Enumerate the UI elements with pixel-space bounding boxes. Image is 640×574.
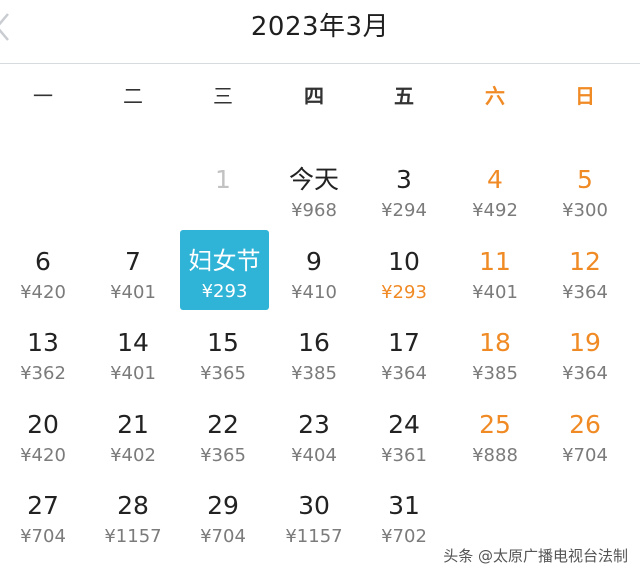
day-number: 30 bbox=[298, 491, 330, 520]
day-number: 27 bbox=[27, 491, 59, 520]
day-number: 1 bbox=[215, 165, 231, 194]
day-number: 31 bbox=[388, 491, 420, 520]
day-number: 7 bbox=[125, 247, 141, 276]
day-cell[interactable]: 9 ¥410 bbox=[269, 245, 359, 319]
day-number: 11 bbox=[479, 247, 511, 276]
day-cell[interactable]: 23 ¥404 bbox=[269, 408, 359, 482]
day-price: ¥888 bbox=[472, 445, 518, 466]
day-cell[interactable]: 24 ¥361 bbox=[359, 408, 449, 482]
day-cell[interactable]: 22 ¥365 bbox=[178, 408, 268, 482]
day-number: 4 bbox=[487, 165, 503, 194]
day-cell[interactable]: 21 ¥402 bbox=[88, 408, 178, 482]
day-number: 25 bbox=[479, 410, 511, 439]
day-cell[interactable]: 16 ¥385 bbox=[269, 326, 359, 400]
day-cell[interactable]: 26 ¥704 bbox=[540, 408, 630, 482]
day-price: ¥294 bbox=[381, 200, 427, 221]
day-cell[interactable]: 4 ¥492 bbox=[450, 163, 540, 237]
day-price: ¥385 bbox=[291, 363, 337, 384]
day-cell[interactable]: 13 ¥362 bbox=[0, 326, 88, 400]
day-price: ¥404 bbox=[291, 445, 337, 466]
day-number: 10 bbox=[388, 247, 420, 276]
day-price: ¥365 bbox=[200, 445, 246, 466]
day-number: 22 bbox=[207, 410, 239, 439]
day-number: 12 bbox=[569, 247, 601, 276]
watermark-text: 头条 @太原广播电视台法制 bbox=[443, 547, 628, 565]
day-number: 14 bbox=[117, 328, 149, 357]
day-number: 13 bbox=[27, 328, 59, 357]
day-cell: 1 bbox=[178, 163, 268, 237]
calendar-grid: 1 今天 ¥968 3 ¥294 4 ¥492 5 ¥300 6 ¥420 7 … bbox=[0, 0, 640, 574]
day-cell[interactable]: 7 ¥401 bbox=[88, 245, 178, 319]
day-number: 20 bbox=[27, 410, 59, 439]
day-price: ¥401 bbox=[110, 282, 156, 303]
day-price: ¥492 bbox=[472, 200, 518, 221]
day-price: ¥361 bbox=[381, 445, 427, 466]
day-number: 28 bbox=[117, 491, 149, 520]
day-cell[interactable]: 28 ¥1157 bbox=[88, 489, 178, 563]
day-price: ¥420 bbox=[20, 445, 66, 466]
day-cell[interactable]: 29 ¥704 bbox=[178, 489, 268, 563]
day-cell-today[interactable]: 今天 ¥968 bbox=[269, 163, 359, 237]
day-number: 5 bbox=[577, 165, 593, 194]
day-cell[interactable]: 19 ¥364 bbox=[540, 326, 630, 400]
day-number: 18 bbox=[479, 328, 511, 357]
day-price: ¥401 bbox=[110, 363, 156, 384]
day-number: 17 bbox=[388, 328, 420, 357]
day-price: ¥293 bbox=[201, 281, 248, 302]
day-price: ¥300 bbox=[562, 200, 608, 221]
day-number: 妇女节 bbox=[188, 247, 261, 275]
day-price: ¥362 bbox=[20, 363, 66, 384]
day-number: 9 bbox=[306, 247, 322, 276]
day-cell[interactable]: 31 ¥702 bbox=[359, 489, 449, 563]
day-price: ¥968 bbox=[291, 200, 337, 221]
day-price: ¥385 bbox=[472, 363, 518, 384]
day-cell[interactable]: 14 ¥401 bbox=[88, 326, 178, 400]
day-number: 15 bbox=[207, 328, 239, 357]
day-cell[interactable]: 12 ¥364 bbox=[540, 245, 630, 319]
day-price: ¥704 bbox=[20, 526, 66, 547]
day-cell[interactable]: 3 ¥294 bbox=[359, 163, 449, 237]
day-price: ¥402 bbox=[110, 445, 156, 466]
day-price: ¥364 bbox=[562, 282, 608, 303]
day-number: 16 bbox=[298, 328, 330, 357]
day-number: 24 bbox=[388, 410, 420, 439]
day-price: ¥401 bbox=[472, 282, 518, 303]
day-cell[interactable]: 25 ¥888 bbox=[450, 408, 540, 482]
day-price: ¥1157 bbox=[104, 526, 162, 547]
day-price: ¥702 bbox=[381, 526, 427, 547]
day-price: ¥704 bbox=[200, 526, 246, 547]
day-price: ¥420 bbox=[20, 282, 66, 303]
day-number: 23 bbox=[298, 410, 330, 439]
day-cell[interactable]: 11 ¥401 bbox=[450, 245, 540, 319]
day-price: ¥364 bbox=[562, 363, 608, 384]
day-number: 26 bbox=[569, 410, 601, 439]
day-cell[interactable]: 15 ¥365 bbox=[178, 326, 268, 400]
day-cell[interactable]: 10 ¥293 bbox=[359, 245, 449, 319]
day-price: ¥364 bbox=[381, 363, 427, 384]
day-price: ¥1157 bbox=[285, 526, 343, 547]
day-number: 29 bbox=[207, 491, 239, 520]
day-cell[interactable]: 20 ¥420 bbox=[0, 408, 88, 482]
day-cell[interactable]: 17 ¥364 bbox=[359, 326, 449, 400]
day-cell[interactable]: 30 ¥1157 bbox=[269, 489, 359, 563]
day-cell[interactable]: 27 ¥704 bbox=[0, 489, 88, 563]
day-number: 今天 bbox=[288, 165, 339, 194]
day-cell[interactable]: 6 ¥420 bbox=[0, 245, 88, 319]
day-price: ¥293 bbox=[381, 282, 427, 303]
day-price: ¥410 bbox=[291, 282, 337, 303]
day-price: ¥365 bbox=[200, 363, 246, 384]
day-cell[interactable]: 5 ¥300 bbox=[540, 163, 630, 237]
day-number: 6 bbox=[35, 247, 51, 276]
day-number: 21 bbox=[117, 410, 149, 439]
day-number: 19 bbox=[569, 328, 601, 357]
day-cell-selected[interactable]: 妇女节 ¥293 bbox=[180, 230, 269, 310]
day-cell[interactable]: 18 ¥385 bbox=[450, 326, 540, 400]
day-price: ¥704 bbox=[562, 445, 608, 466]
day-number: 3 bbox=[396, 165, 412, 194]
